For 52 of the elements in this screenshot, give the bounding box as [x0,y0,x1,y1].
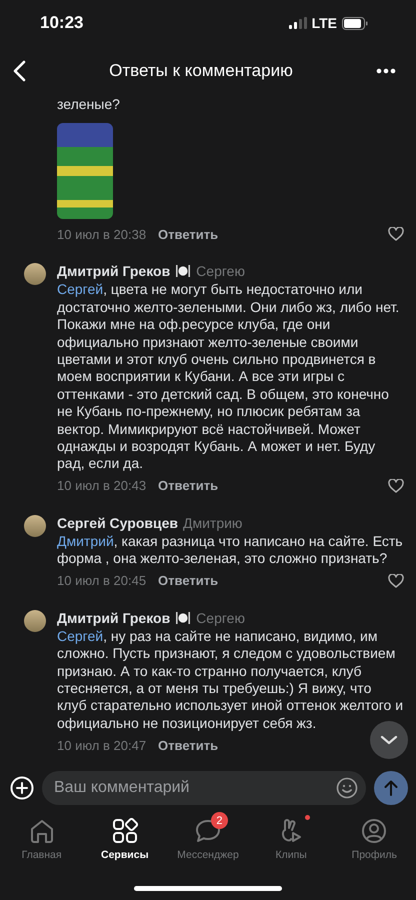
heart-icon[interactable] [388,478,404,493]
avatar[interactable] [24,514,46,537]
grid-icon [112,818,138,844]
add-icon[interactable] [10,776,34,800]
mention-link[interactable]: Дмитрий [57,532,114,549]
author-name[interactable]: Сергей Суровцев [57,514,178,531]
reply-to-name[interactable]: Сергею [196,263,245,280]
comment-date: 10 июл в 20:43 [57,478,146,494]
profile-icon [361,818,388,844]
comment-field[interactable]: Ваш комментарий [42,771,366,805]
back-icon[interactable] [12,60,26,82]
comment-date: 10 июл в 20:45 [57,573,146,588]
reply-to-name[interactable]: Сергею [196,610,245,626]
mention-link[interactable]: Сергей [57,628,104,644]
avatar[interactable] [24,263,46,286]
comment-text: зеленые? [57,96,121,114]
page-title: Ответы к комментарию [109,61,293,81]
tab-item[interactable]: Профиль [334,811,414,861]
heart-icon[interactable] [388,574,404,588]
mention-link[interactable]: Сергей [57,281,104,298]
comment-date: 10 июл в 20:47 [57,738,146,753]
author-name[interactable]: Дмитрий Греков [57,263,170,280]
author-name[interactable]: Дмитрий Греков [57,610,170,626]
reply-link[interactable]: Ответить [158,573,218,588]
heart-icon[interactable] [388,227,404,242]
battery-icon [342,16,368,30]
send-button[interactable] [374,771,408,805]
tab-item[interactable]: Клипы [251,811,332,861]
photo-placeholder[interactable] [57,123,113,220]
comment-text: Сергей, ну раз на сайте не написано, видимо, им сложно. Пусть признают, я следом с удовольствием признаю. А то как-то странно получается, клуб стесняется, а от меня ты требуешь:) Я вижу, что клуб старательно использует иной оттенок желтого и официально не позиционирует себя жз. [57,628,404,732]
status-time: 10:23 [40,13,84,33]
chevron-down-icon [380,735,398,745]
reply-link[interactable]: Ответить [158,738,218,753]
home-icon [28,818,55,844]
reply-link[interactable]: Ответить [158,478,218,494]
reply-link[interactable]: Ответить [158,226,218,242]
arrow-up-icon [384,780,398,796]
scroll-down-button[interactable] [370,721,408,759]
comment-date: 10 июл в 20:38 [57,226,146,242]
reply-to-name[interactable]: Дмитрию [182,514,242,531]
tab-item[interactable]: Главная [2,811,82,861]
chat-bubble-icon [194,818,221,844]
tab-item[interactable]: Сервисы [84,811,165,861]
network-label: LTE [312,15,337,31]
more-icon[interactable] [376,68,396,74]
tab-item[interactable]: 2 Мессенджер [168,811,248,861]
comment-text: Сергей, цвета не могут быть недостаточно или достаточно желто-зелеными. Они либо жз, либо нет. Покажи мне на оф.ресурсе клуба, где они официально признают желто-зеленые своими цветами и этот клуб очень сильно продвинется в моем восприятии к Кубани. А все эти игры с оттенками - это детский сад. В общем, это конечно не Кубань по-прежнему, но плюсик ребятам за вектор. Мимикрируют всё настойчивей. Может однажды и возродят Кубань. А может и нет. Буду рад, если да. [57,281,400,473]
comment-text: Дмитрий, какая разница что написано на сайте. Есть форма , она желто-зеленая, это сложно признать? [57,532,404,568]
emoji-icon[interactable] [336,777,358,799]
notification-badge: 2 [210,812,228,829]
avatar[interactable] [24,610,46,632]
signal-icon [288,17,307,29]
